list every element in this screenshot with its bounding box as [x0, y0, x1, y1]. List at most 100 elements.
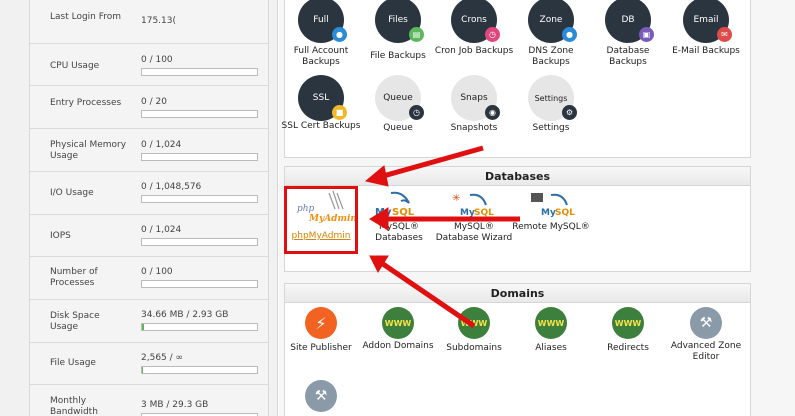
- stat-value: 175.13(: [141, 16, 177, 26]
- item-label: MySQL® Database Wizard: [435, 222, 513, 243]
- stat-label: I/O Usage: [50, 188, 94, 198]
- file-backups-button[interactable]: Files ▤ File Backups: [358, 0, 438, 72]
- item-label: MySQL® Databases: [375, 222, 423, 243]
- mysql-databases-button[interactable]: My SQL MySQL® Databases: [359, 189, 439, 253]
- www-globe-add-icon: WWW: [382, 307, 414, 339]
- clock-icon: ◷: [485, 27, 500, 42]
- svg-text:My: My: [375, 207, 392, 218]
- mysql-dolphin-icon: My SQL: [375, 191, 415, 218]
- item-label: Settings: [532, 123, 570, 133]
- stat-label: File Usage: [50, 358, 96, 368]
- usage-bar: [141, 68, 258, 76]
- phpmyadmin-label: phpMyAdmin: [291, 231, 351, 241]
- item-label: Snapshots: [450, 123, 498, 133]
- file-icon: ▤: [409, 27, 424, 42]
- stat-value: 3 MB / 29.3 GB: [141, 400, 209, 410]
- usage-bar: [141, 153, 258, 161]
- usage-bar: [141, 110, 258, 118]
- www-globe-redirect-icon: WWW: [612, 307, 644, 339]
- cron-job-backups-button[interactable]: Crons ◷ Cron Job Backups: [434, 0, 514, 72]
- domain-tool-button[interactable]: ⚒: [281, 378, 361, 416]
- mysql-database-wizard-button[interactable]: ✳ My SQL MySQL® Database Wizard: [434, 189, 514, 257]
- remote-mysql-button[interactable]: My SQL Remote MySQL®: [511, 189, 591, 253]
- user-icon: ●: [332, 27, 347, 42]
- queue-button[interactable]: Queue ◷ Queue: [358, 75, 438, 147]
- stat-row-cpu: CPU Usage 0 / 100: [30, 44, 268, 86]
- full-account-backups-button[interactable]: Full ● Full Account Backups: [281, 0, 361, 72]
- stat-value: 34.66 MB / 2.93 GB: [141, 310, 229, 320]
- stats-table: Last Login From 175.13( CPU Usage 0 / 10…: [29, 0, 269, 416]
- site-publisher-button[interactable]: ⚡ Site Publisher: [281, 307, 361, 361]
- www-globe-alias-icon: WWW: [535, 307, 567, 339]
- item-label: Advanced Zone Editor: [670, 341, 742, 362]
- advanced-zone-editor-button[interactable]: ⚒ Advanced Zone Editor: [666, 307, 746, 367]
- snapshots-button[interactable]: Snaps ◉ Snapshots: [434, 75, 514, 147]
- stat-value: 0 / 1,024: [141, 140, 182, 150]
- settings-icon: Settings ⚙: [528, 75, 577, 121]
- stat-label: Entry Processes: [50, 98, 122, 108]
- aliases-button[interactable]: WWW Aliases: [511, 307, 591, 361]
- settings-button[interactable]: Settings ⚙ Settings: [511, 75, 591, 147]
- svg-text:MyAdmin: MyAdmin: [308, 214, 355, 224]
- stat-row-last-login: Last Login From 175.13(: [30, 0, 268, 44]
- ssl-backup-icon: SSL ■: [298, 75, 347, 121]
- stat-value: 0 / 20: [141, 97, 167, 107]
- database-backups-button[interactable]: DB ▣ Database Backups: [588, 0, 668, 72]
- camera-icon: ◉: [485, 105, 500, 120]
- item-label: Queue: [383, 123, 413, 133]
- svg-text:My: My: [460, 208, 475, 218]
- full-backup-icon: Full ●: [298, 0, 347, 43]
- snaps-icon: Snaps ◉: [451, 75, 500, 121]
- stat-value: 0 / 100: [141, 55, 173, 65]
- network-tool-icon: ⚒: [305, 380, 337, 412]
- item-label: Remote MySQL®: [512, 222, 590, 232]
- svg-text:My: My: [541, 208, 556, 218]
- remote-mysql-icon: My SQL: [531, 193, 575, 218]
- stat-label: CPU Usage: [50, 61, 100, 71]
- stat-row-file: File Usage 2,565 / ∞: [30, 343, 268, 385]
- stat-label: Monthly Bandwidth: [50, 396, 98, 416]
- envelope-icon: ✉: [717, 27, 732, 42]
- files-backup-icon: Files ▤: [375, 0, 424, 43]
- item-label: Redirects: [607, 343, 649, 353]
- stat-value: 0 / 1,024: [141, 225, 182, 235]
- crons-backup-icon: Crons ◷: [451, 0, 500, 43]
- stat-row-iops: IOPS 0 / 1,024: [30, 215, 268, 257]
- stat-value: 2,565 / ∞: [141, 353, 184, 363]
- addon-domains-button[interactable]: WWW Addon Domains: [358, 307, 438, 367]
- item-label: Full Account Backups: [293, 46, 349, 67]
- dns-zone-backups-button[interactable]: Zone ● DNS Zone Backups: [511, 0, 591, 72]
- svg-text:SQL: SQL: [474, 208, 494, 218]
- stat-row-memory: Physical Memory Usage 0 / 1,024: [30, 129, 268, 172]
- email-backups-button[interactable]: Email ✉ E-Mail Backups: [666, 0, 746, 72]
- stat-row-bandwidth: Monthly Bandwidth 3 MB / 29.3 GB: [30, 385, 268, 416]
- lock-icon: ■: [332, 105, 347, 120]
- stat-row-entry: Entry Processes 0 / 20: [30, 86, 268, 129]
- phpmyadmin-logo-icon: php MyAdmin: [297, 190, 357, 224]
- stat-label: Last Login From: [50, 12, 122, 22]
- zone-editor-icon: ⚒: [690, 307, 722, 339]
- stat-value: 0 / 100: [141, 267, 173, 277]
- clock-icon: ◷: [409, 105, 424, 120]
- usage-bar: [141, 323, 258, 331]
- stat-label: Physical Memory Usage: [50, 140, 127, 161]
- database-icon: ▣: [639, 27, 654, 42]
- db-backup-icon: DB ▣: [605, 0, 654, 43]
- www-globe-sub-icon: WWW: [458, 307, 490, 339]
- usage-bar: [141, 238, 258, 246]
- usage-bar: [141, 195, 258, 203]
- redirects-button[interactable]: WWW Redirects: [588, 307, 668, 361]
- domains-panel-title: Domains: [285, 284, 750, 303]
- stat-row-processes: Number of Processes 0 / 100: [30, 257, 268, 300]
- item-label: SSL Cert Backups: [281, 121, 361, 131]
- item-label: E-Mail Backups: [672, 46, 740, 56]
- databases-panel-title: Databases: [285, 167, 750, 186]
- phpmyadmin-link[interactable]: php MyAdmin phpMyAdmin: [287, 189, 357, 249]
- lightning-icon: ⚡: [305, 307, 337, 339]
- item-label: Site Publisher: [290, 343, 352, 353]
- stat-row-io: I/O Usage 0 / 1,048,576: [30, 172, 268, 215]
- subdomains-button[interactable]: WWW Subdomains: [434, 307, 514, 361]
- svg-text:php: php: [297, 204, 315, 214]
- ssl-cert-backups-button[interactable]: SSL ■ SSL Cert Backups: [281, 75, 361, 147]
- svg-text:SQL: SQL: [555, 208, 575, 218]
